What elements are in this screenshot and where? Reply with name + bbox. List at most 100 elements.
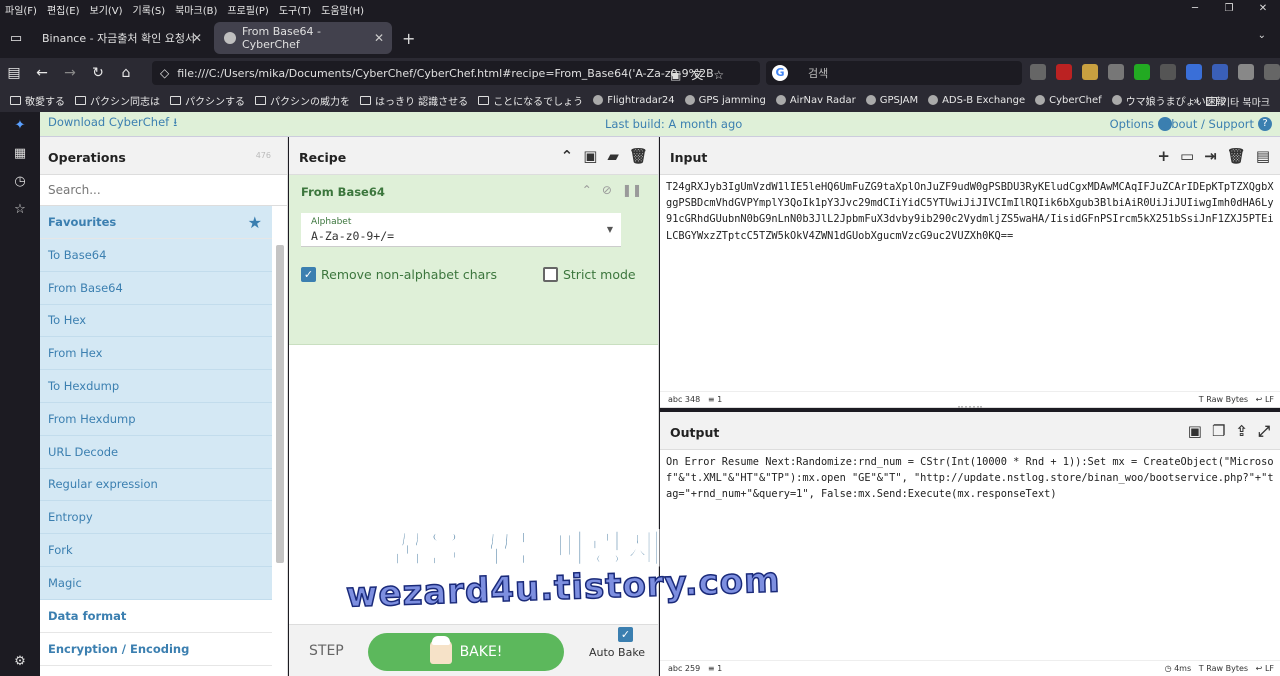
output-encoding[interactable]: Raw Bytes [1206,664,1248,673]
input-textarea[interactable]: T24gRXJyb3IgUmVzdW1lIE5leHQ6UmFuZG9taXpl… [660,175,1280,248]
maximize-icon[interactable]: ⤢ [1258,422,1270,440]
bookmark-item[interactable]: ADS-B Exchange [928,95,1025,106]
close-tab-icon[interactable]: ✕ [192,31,202,45]
extension-icon[interactable] [1082,64,1098,80]
address-bar[interactable]: ◇ file:///C:/Users/mika/Documents/CyberC… [152,61,760,85]
extension-icon[interactable] [1212,64,1228,80]
menu-item[interactable]: 보기(V) [85,2,128,17]
restore-icon[interactable]: ❐ [1212,0,1246,18]
operations-scrollbar[interactable] [276,245,284,563]
menu-icon[interactable] [1264,64,1280,80]
save-recipe-icon[interactable]: ▣ [583,147,597,165]
synced-tabs-icon[interactable]: ▦ [0,140,40,168]
menu-item[interactable]: 기록(S) [128,2,171,17]
strict-mode-checkbox[interactable] [542,267,558,282]
open-folder-icon[interactable]: ▭ [1180,147,1194,165]
settings-icon[interactable]: ⚙ [0,648,40,676]
bookmark-item[interactable]: 敬愛する [10,93,65,108]
bookmark-item[interactable]: CyberChef [1035,95,1102,106]
input-eol[interactable]: LF [1265,395,1274,404]
add-input-icon[interactable]: + [1157,147,1170,165]
pause-op-icon[interactable]: ❚❚ [622,183,642,197]
extension-icon[interactable] [1160,64,1176,80]
auto-bake-checkbox[interactable]: ✓ [618,627,634,642]
tab-binance[interactable]: Binance - 자금출처 확인 요청서 ✕ [32,22,210,54]
new-tab-icon[interactable]: + [402,29,415,48]
bookmark-item[interactable]: パクシンの威力を [255,93,350,108]
replace-input-icon[interactable]: ⇪ [1235,422,1248,440]
operation-item[interactable]: Regular expression [40,468,272,502]
about-support-link[interactable]: About / Support? [1163,117,1272,132]
bookmark-item[interactable]: はっきり 認識させる [360,93,468,108]
back-icon[interactable]: ← [28,65,56,81]
extension-icon[interactable] [1238,64,1254,80]
minimize-icon[interactable]: ─ [1178,0,1212,18]
operation-item[interactable]: Magic [40,566,272,600]
bookmark-item[interactable]: パクシンする [170,93,245,108]
remove-nonalpha-checkbox[interactable]: ✓ [301,267,316,282]
bookmark-item[interactable]: ことになるでしょう [478,93,583,108]
reload-icon[interactable]: ↻ [84,65,112,81]
menu-item[interactable]: 도구(T) [274,2,316,17]
tracking-protection-icon[interactable]: ◇ [160,66,169,80]
overflow-chevron-icon[interactable]: » [1193,96,1205,107]
forward-icon[interactable]: → [56,65,84,81]
input-encoding[interactable]: Raw Bytes [1206,395,1248,404]
menu-item[interactable]: 파일(F) [0,2,42,17]
tab-view-icon[interactable]: ▭ [0,31,32,46]
category-favourites[interactable]: Favourites ★ [40,206,272,239]
extension-icon[interactable] [1030,64,1046,80]
load-recipe-icon[interactable]: ▰ [607,147,619,165]
operation-item[interactable]: URL Decode [40,435,272,469]
operation-item[interactable]: From Hexdump [40,402,272,436]
open-file-icon[interactable]: ⇥ [1204,147,1217,165]
star-icon[interactable]: ★ [248,213,262,232]
operation-category[interactable]: Encryption / Encoding [40,633,272,666]
clear-recipe-icon[interactable]: 🗑 [629,147,648,165]
menu-item[interactable]: 프로필(P) [222,2,273,17]
bookmark-item[interactable]: Flightradar24 [593,95,675,106]
menu-item[interactable]: 편집(E) [42,2,85,17]
step-button[interactable]: STEP [309,643,344,659]
recipe-operation-card[interactable]: From Base64 ⌃ ⊘ ❚❚ Alphabet A-Za-z0-9+/=… [289,175,658,345]
collapse-op-icon[interactable]: ⌃ [582,183,592,197]
page-actions-icon[interactable]: ▣文☆ [670,66,734,83]
copy-output-icon[interactable]: ❐ [1212,422,1225,440]
operation-item[interactable]: To Base64 [40,239,272,272]
other-bookmarks[interactable]: » 기타 북마크 [1193,94,1270,109]
home-icon[interactable]: ⌂ [112,65,140,81]
operation-item[interactable]: Entropy [40,501,272,535]
layout-icon[interactable]: ▤ [1256,147,1270,165]
output-eol[interactable]: LF [1265,664,1274,673]
extension-icon[interactable] [1186,64,1202,80]
download-link[interactable]: Download CyberChef ⭳ [48,115,177,134]
menu-item[interactable]: 북마크(B) [170,2,222,17]
operation-item[interactable]: To Hexdump [40,370,272,403]
ai-chat-icon[interactable]: ✦ [0,112,40,140]
bookmark-item[interactable]: GPSJAM [865,95,918,106]
tab-cyberchef[interactable]: From Base64 - CyberChef ✕ [214,22,392,54]
operation-item[interactable]: Fork [40,534,272,567]
bookmark-item[interactable]: AirNav Radar [775,95,856,106]
ublock-icon[interactable] [1056,64,1072,80]
auto-bake[interactable]: ✓ Auto Bake [589,627,645,659]
menu-item[interactable]: 도움말(H) [316,2,369,17]
close-window-icon[interactable]: ✕ [1246,0,1280,18]
operation-item[interactable]: From Base64 [40,271,272,305]
extension-icon[interactable] [1108,64,1124,80]
collapse-icon[interactable]: ⌃ [561,147,574,165]
operation-item[interactable]: To Hex [40,304,272,338]
bookmark-item[interactable]: GPS jamming [684,95,766,106]
list-all-tabs-icon[interactable]: ⌄ [1258,30,1266,41]
history-icon[interactable]: ◷ [0,168,40,196]
disable-op-icon[interactable]: ⊘ [602,183,612,197]
save-output-icon[interactable]: ▣ [1188,422,1202,440]
close-tab-icon[interactable]: ✕ [374,31,384,45]
bake-button[interactable]: BAKE! [368,633,564,671]
operations-search-input[interactable]: Search... [40,175,287,206]
operation-item[interactable]: From Hex [40,337,272,371]
alphabet-select[interactable]: Alphabet A-Za-z0-9+/= ▼ [301,213,621,247]
operation-category[interactable]: Data format [40,600,272,633]
bookmark-item[interactable]: パクシン同志は [75,93,160,108]
sidebar-toggle-icon[interactable]: ▤ [0,65,28,81]
